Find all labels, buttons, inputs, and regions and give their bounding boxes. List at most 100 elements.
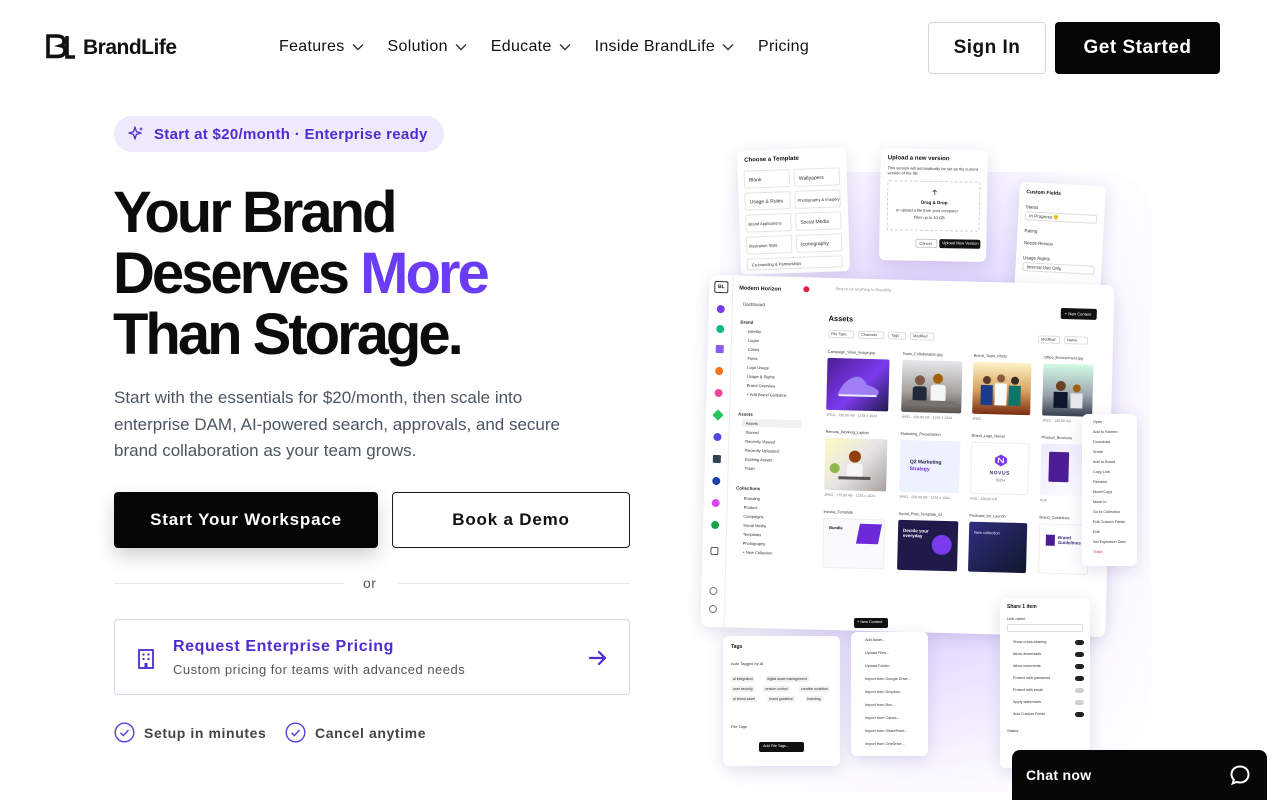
- rail-icon[interactable]: [713, 432, 722, 442]
- sign-in-button[interactable]: Sign In: [928, 22, 1046, 74]
- nav-dashboard[interactable]: Dashboard: [743, 302, 765, 308]
- rail-icon[interactable]: [711, 498, 720, 508]
- add-content-button[interactable]: + New Content: [854, 618, 888, 628]
- rail-icon[interactable]: [712, 476, 721, 486]
- context-menu-item[interactable]: Move/Copy: [1093, 490, 1112, 494]
- collection-nav-item[interactable]: Campaigns: [743, 514, 763, 520]
- share-option-toggle[interactable]: [1075, 664, 1084, 669]
- collection-nav-item[interactable]: Templates: [743, 532, 761, 537]
- book-demo-button[interactable]: Book a Demo: [392, 492, 630, 548]
- chat-widget[interactable]: Chat now: [1012, 750, 1267, 800]
- collection-nav-item[interactable]: Branding: [744, 496, 760, 501]
- rail-icon[interactable]: [714, 388, 723, 398]
- status-select[interactable]: In Progress 🙂: [1024, 211, 1098, 224]
- share-option-toggle[interactable]: [1075, 688, 1084, 693]
- asset-thumb-office[interactable]: [1042, 363, 1094, 417]
- filter-chip[interactable]: Modified: [910, 332, 935, 341]
- tag-chip[interactable]: creative workflow: [799, 686, 830, 692]
- sort-select[interactable]: Modified: [1037, 335, 1061, 344]
- app-logo[interactable]: BL: [714, 280, 729, 294]
- add-menu-item[interactable]: Import from SharePoint...: [865, 729, 907, 733]
- upload-cancel-button[interactable]: Cancel: [915, 238, 938, 249]
- notification-badge[interactable]: [803, 286, 810, 293]
- filter-chip[interactable]: File Type: [828, 329, 855, 339]
- asset-thumb-social-post[interactable]: Decide your everyday: [897, 519, 959, 572]
- context-menu-item[interactable]: Edit: [1093, 530, 1100, 534]
- new-content-button[interactable]: + New Content: [1060, 307, 1097, 320]
- nav-inside-brandlife[interactable]: Inside BrandLife: [595, 38, 734, 56]
- enterprise-pricing-link[interactable]: Request Enterprise Pricing Custom pricin…: [114, 619, 630, 695]
- share-option-toggle[interactable]: [1075, 700, 1084, 705]
- tag-chip[interactable]: user security: [731, 686, 755, 692]
- rail-icon[interactable]: [711, 520, 720, 530]
- add-menu-item[interactable]: Import from OneDrive...: [865, 742, 905, 746]
- share-option-toggle[interactable]: [1075, 640, 1084, 645]
- context-menu-item-trash[interactable]: Trash: [1093, 550, 1103, 554]
- assets-nav-item[interactable]: Assets: [746, 421, 758, 426]
- rail-icon[interactable]: [715, 366, 724, 376]
- rail-icon[interactable]: [715, 344, 724, 354]
- tag-chip[interactable]: ai brand asset: [731, 696, 757, 702]
- brand-nav-item[interactable]: Logo Usage: [747, 365, 769, 371]
- brand-nav-item[interactable]: Usage & Rights: [747, 374, 775, 380]
- nav-features[interactable]: Features: [279, 38, 364, 56]
- share-option-toggle[interactable]: [1075, 652, 1084, 657]
- context-menu-item[interactable]: Add to Starred: [1093, 430, 1117, 434]
- rail-icon[interactable]: [716, 304, 725, 314]
- context-menu-item[interactable]: Edit Custom Fields: [1093, 520, 1125, 524]
- asset-thumb-postcard[interactable]: New collection: [967, 521, 1028, 574]
- rail-icon[interactable]: [712, 409, 724, 421]
- context-menu-item[interactable]: Copy Link: [1093, 470, 1110, 474]
- add-menu-item[interactable]: Import from Google Drive...: [865, 677, 911, 681]
- asset-thumb-shoe[interactable]: [826, 357, 890, 412]
- usage-select[interactable]: Internal Use Only: [1022, 262, 1095, 275]
- share-link-input[interactable]: [1007, 624, 1083, 632]
- asset-thumb-invoice[interactable]: Bundle: [822, 517, 886, 570]
- add-menu-item[interactable]: Import from Canva...: [865, 716, 900, 720]
- context-menu-item[interactable]: Download: [1093, 440, 1110, 444]
- brandlife-logo[interactable]: BrandLife: [45, 33, 177, 63]
- add-menu-item[interactable]: Add Asset...: [865, 638, 885, 642]
- nav-educate[interactable]: Educate: [491, 38, 571, 56]
- tag-chip[interactable]: ai integration: [731, 676, 756, 682]
- tag-chip[interactable]: version control: [763, 686, 790, 692]
- brand-nav-item[interactable]: Logos: [748, 338, 759, 343]
- context-menu-item[interactable]: Set Expiration Date: [1093, 540, 1126, 544]
- filter-chip[interactable]: Channels: [858, 330, 885, 340]
- app-search[interactable]: Search for anything in Brandlife: [829, 284, 949, 297]
- rail-icon[interactable]: [710, 546, 719, 556]
- context-menu-item[interactable]: Go to Collection: [1093, 510, 1120, 514]
- tag-chip[interactable]: digital asset management: [765, 676, 809, 682]
- add-menu-item[interactable]: Import from Dropbox...: [865, 690, 903, 694]
- add-menu-item[interactable]: Upload Folder...: [865, 664, 892, 668]
- assets-nav-item[interactable]: Recently Viewed: [745, 439, 775, 445]
- add-file-tags-button[interactable]: Add File Tags...: [759, 742, 804, 752]
- rail-icon[interactable]: [716, 324, 725, 334]
- assets-nav-item[interactable]: Expiring Assets: [745, 457, 772, 463]
- assets-nav-item[interactable]: Starred: [746, 430, 759, 435]
- brand-nav-item[interactable]: + Add Brand Guideline: [746, 392, 786, 398]
- tag-chip[interactable]: branding: [805, 696, 823, 702]
- drop-zone[interactable]: Drag & Drop or upload a file from your c…: [886, 180, 981, 232]
- add-menu-item[interactable]: Upload Files...: [865, 651, 889, 655]
- context-menu-item[interactable]: Open: [1093, 420, 1102, 424]
- asset-thumb-laptop[interactable]: [824, 437, 888, 492]
- asset-thumb-presentation[interactable]: Q2 Marketing Strategy: [899, 439, 961, 494]
- collection-nav-item[interactable]: Product: [744, 505, 758, 510]
- view-select[interactable]: Name: [1063, 336, 1089, 345]
- context-menu-item[interactable]: Rename: [1093, 480, 1107, 484]
- asset-thumb-novus[interactable]: NOVUS TECH: [970, 441, 1030, 496]
- collection-nav-item[interactable]: Social Media: [743, 523, 766, 529]
- assets-nav-item[interactable]: Recently Uploaded: [745, 448, 779, 454]
- help-icon[interactable]: [709, 586, 718, 596]
- start-workspace-button[interactable]: Start Your Workspace: [114, 492, 378, 548]
- context-menu-item[interactable]: Move to: [1093, 500, 1107, 504]
- get-started-button[interactable]: Get Started: [1055, 22, 1220, 74]
- gear-icon[interactable]: [708, 604, 718, 614]
- context-menu-item[interactable]: Share: [1093, 450, 1103, 454]
- add-menu-item[interactable]: Import from Box...: [865, 703, 895, 707]
- share-option-toggle[interactable]: [1075, 712, 1084, 717]
- share-option-toggle[interactable]: [1075, 676, 1084, 681]
- brand-nav-item[interactable]: Colors: [748, 347, 760, 352]
- nav-solution[interactable]: Solution: [388, 38, 467, 56]
